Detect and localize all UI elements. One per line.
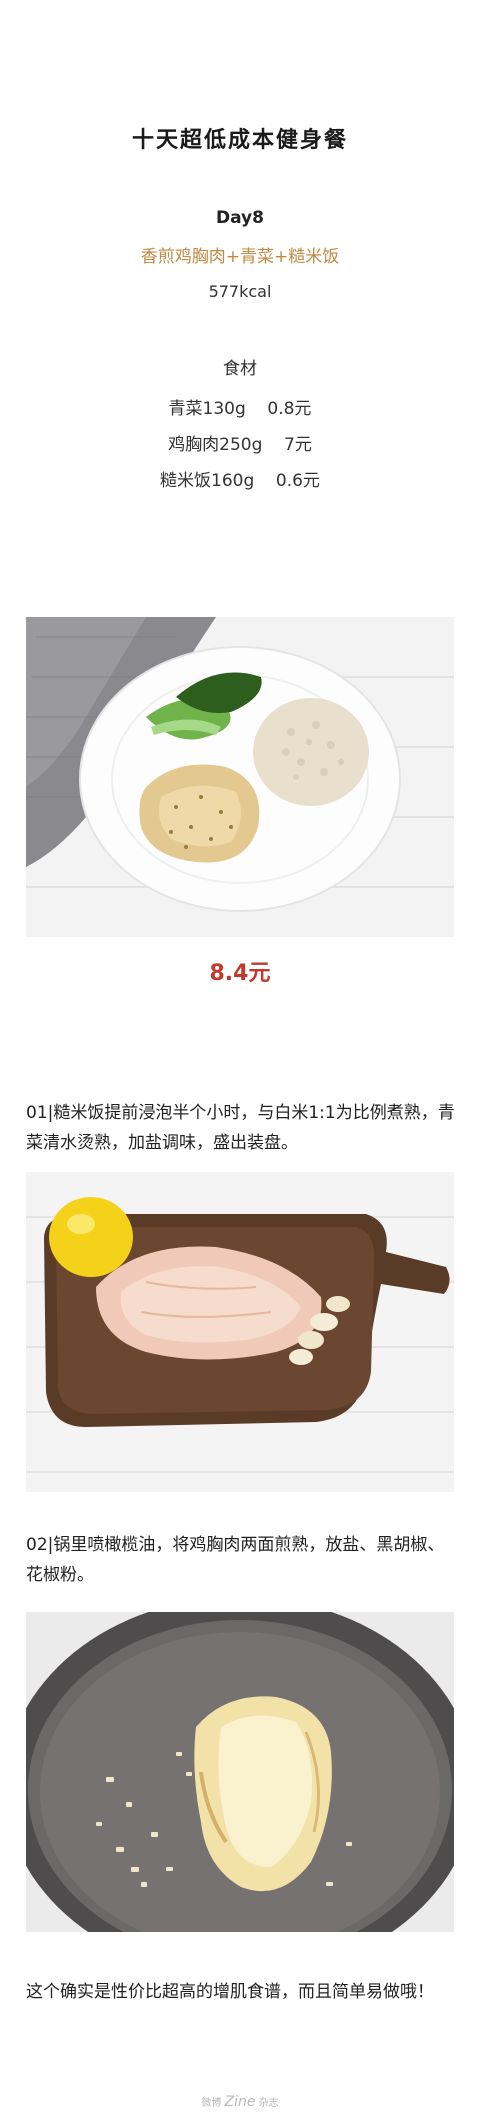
article-title: 十天超低成本健身餐 — [131, 128, 348, 153]
photo-icon — [26, 1612, 454, 1932]
photo-icon — [26, 1172, 454, 1492]
chicken-in-pan-photo — [26, 1612, 454, 1932]
ingredient-row: 鸡胸肉250g 7元 — [168, 435, 312, 455]
watermark: 微博 Zine 杂志 — [0, 2094, 480, 2110]
plated-meal-photo — [26, 617, 454, 937]
ingredient-row: 青菜130g 0.8元 — [168, 399, 312, 419]
step-1-text: 01|糙米饭提前浸泡半个小时，与白米1:1为比例煮熟，青菜清水烫熟，加盐调味，盛… — [26, 1103, 455, 1153]
closing-text: 这个确实是性价比超高的增肌食谱，而且简单易做哦！ — [26, 1982, 434, 2002]
article-page: 十天超低成本健身餐 Day8 香煎鸡胸肉+青菜+糙米饭 577kcal 食材 青… — [0, 0, 480, 2117]
ingredients-heading: 食材 — [223, 359, 257, 379]
day-label: Day8 — [216, 208, 264, 228]
raw-chicken-board-photo — [26, 1172, 454, 1492]
ingredient-row: 糙米饭160g 0.6元 — [160, 471, 320, 491]
watermark-suffix: 杂志 — [258, 2098, 279, 2109]
watermark-brand: Zine — [224, 2094, 256, 2110]
photo-icon — [26, 617, 454, 937]
watermark-prefix: 微博 — [201, 2098, 222, 2109]
calorie-count: 577kcal — [208, 282, 272, 301]
step-2-text: 02|锅里喷橄榄油，将鸡胸肉两面煎熟，放盐、黑胡椒、花椒粉。 — [26, 1535, 445, 1585]
dish-name: 香煎鸡胸肉+青菜+糙米饭 — [140, 247, 340, 267]
total-price: 8.4元 — [209, 961, 271, 986]
